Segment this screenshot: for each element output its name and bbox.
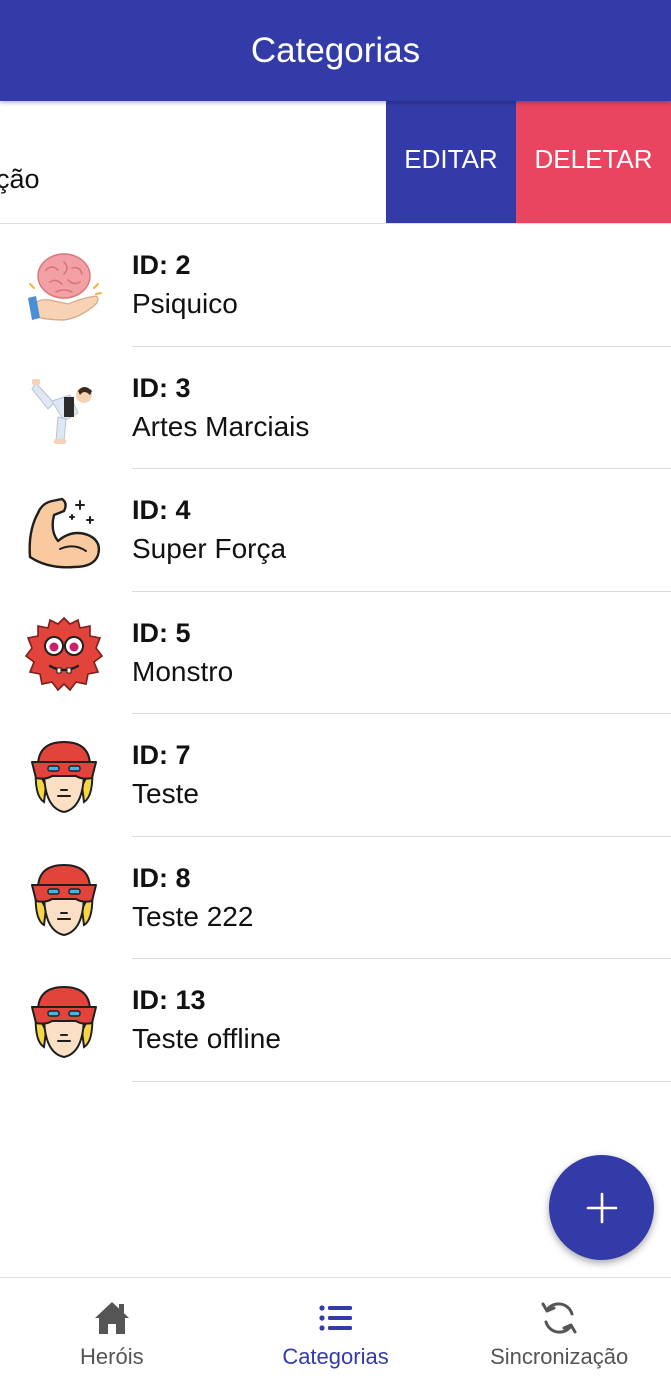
martial-artist-icon — [24, 369, 104, 449]
bottom-navigation: Heróis Categorias Sincronização — [0, 1277, 671, 1382]
category-list: ID: 2 Psiquico ID: 3 Artes Marciais ID: … — [0, 224, 671, 1082]
add-category-button[interactable] — [549, 1155, 654, 1260]
category-name: Psiquico — [132, 288, 238, 319]
category-id: ID: 7 — [132, 740, 191, 770]
list-item[interactable]: ID: 3 Artes Marciais — [0, 347, 671, 469]
divider — [132, 1080, 671, 1082]
category-name: Teste 222 — [132, 900, 254, 932]
hero-mask-icon — [24, 981, 104, 1061]
sync-icon — [541, 1302, 577, 1334]
category-id: ID: 4 — [132, 495, 191, 525]
category-name: Teste offline — [132, 1023, 281, 1054]
plus-icon — [586, 1192, 617, 1223]
list-item[interactable]: ID: 13 Teste offline — [0, 959, 671, 1082]
nav-tab-herois[interactable]: Heróis — [0, 1278, 224, 1382]
hero-mask-icon — [24, 736, 104, 816]
list-item[interactable]: ID: 8 Teste 222 — [0, 837, 671, 959]
category-name: Artes Marciais — [132, 410, 310, 442]
nav-label-herois: Heróis — [80, 1344, 144, 1369]
home-icon — [94, 1302, 129, 1334]
delete-button-label: DELETAR — [534, 144, 653, 174]
swiped-item-name: ção — [0, 164, 40, 194]
hero-mask-icon — [24, 859, 104, 939]
app-header: Categorias — [0, 0, 671, 101]
category-name: Monstro — [132, 655, 234, 687]
category-id: ID: 8 — [132, 862, 191, 893]
list-item[interactable]: ID: 7 Teste — [0, 714, 671, 837]
list-icon — [318, 1305, 352, 1331]
nav-label-categorias: Categorias — [282, 1344, 389, 1369]
edit-button[interactable]: EDITAR — [386, 101, 516, 223]
swiped-item-content[interactable]: ção — [0, 101, 386, 223]
delete-button[interactable]: DELETAR — [516, 101, 671, 223]
nav-tab-categorias[interactable]: Categorias — [224, 1278, 448, 1382]
list-item[interactable]: ID: 2 Psiquico — [0, 224, 671, 347]
category-id: ID: 13 — [132, 985, 206, 1015]
list-item[interactable]: ID: 4 Super Força — [0, 469, 671, 592]
category-name: Super Força — [132, 533, 287, 564]
category-id: ID: 5 — [132, 617, 191, 648]
brain-hand-icon — [24, 246, 104, 326]
category-id: ID: 3 — [132, 372, 191, 403]
list-item[interactable]: ID: 5 Monstro — [0, 592, 671, 714]
category-name: Teste — [132, 778, 199, 809]
swiped-list-item[interactable]: ção EDITAR DELETAR — [0, 101, 671, 224]
monster-icon — [24, 614, 104, 694]
category-id: ID: 2 — [132, 250, 191, 280]
edit-button-label: EDITAR — [404, 144, 498, 174]
nav-label-sincronizacao: Sincronização — [490, 1344, 629, 1369]
page-title: Categorias — [250, 30, 421, 70]
nav-tab-sincronizacao[interactable]: Sincronização — [447, 1278, 671, 1382]
flexed-arm-icon — [24, 491, 104, 571]
